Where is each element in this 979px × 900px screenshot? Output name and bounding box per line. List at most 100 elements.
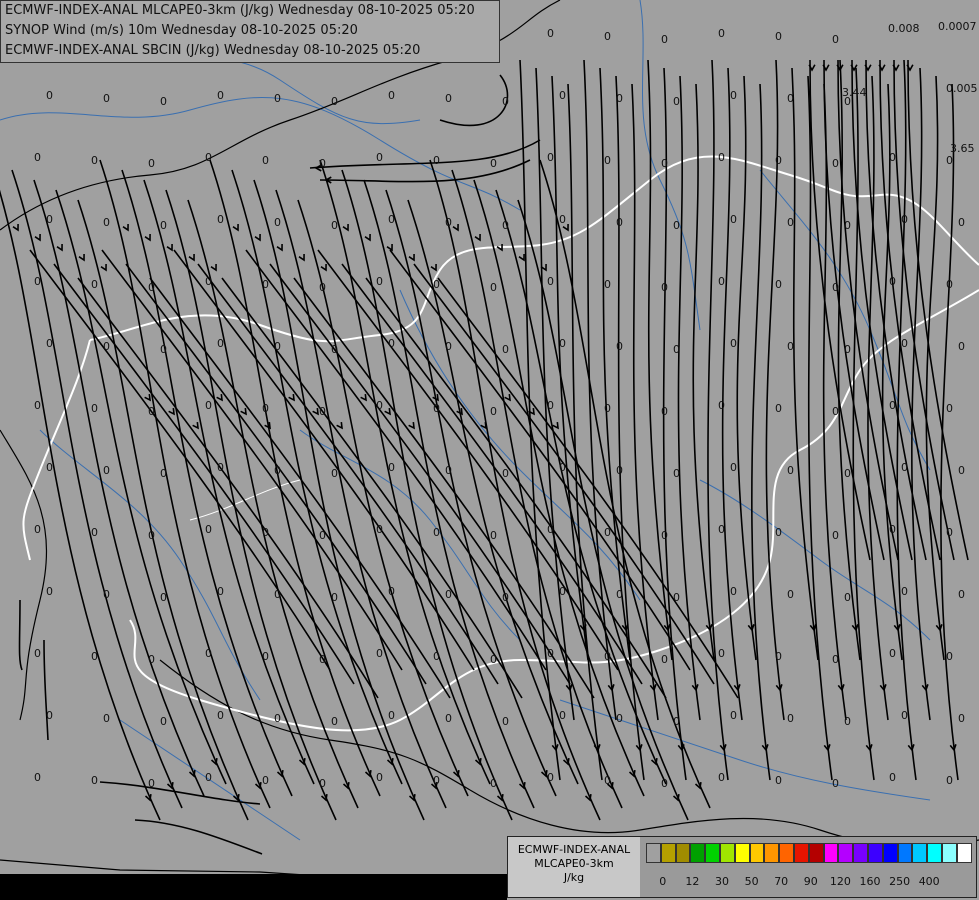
value-label: 0 <box>160 715 167 728</box>
legend-swatch <box>868 843 883 863</box>
value-label: 0 <box>889 523 896 536</box>
value-label: 0 <box>604 650 611 663</box>
value-label: 0 <box>718 771 725 784</box>
value-label: 0 <box>616 340 623 353</box>
value-label: 0.008 <box>888 22 920 35</box>
value-label: 0 <box>46 213 53 226</box>
value-label: 0 <box>787 712 794 725</box>
legend-swatch <box>646 843 661 863</box>
value-label: 0 <box>775 526 782 539</box>
value-label: 3.44 <box>842 86 867 99</box>
value-label: 0 <box>604 154 611 167</box>
value-label: 0 <box>274 712 281 725</box>
value-label: 0 <box>160 591 167 604</box>
value-label: 0 <box>274 464 281 477</box>
value-label: 0 <box>34 647 41 660</box>
value-label: 0 <box>331 219 338 232</box>
value-label: 0 <box>730 337 737 350</box>
value-label: 0 <box>160 219 167 232</box>
value-label: 0 <box>718 27 725 40</box>
value-label: 0 <box>490 653 497 666</box>
value-label: 0 <box>889 647 896 660</box>
legend-tick-label: 400 <box>918 875 940 888</box>
value-label: 0 <box>262 650 269 663</box>
value-label: 0 <box>673 95 680 108</box>
value-label: 0 <box>718 647 725 660</box>
value-label: 0 <box>958 588 965 601</box>
value-label: 0 <box>604 526 611 539</box>
value-label: 0 <box>844 219 851 232</box>
title-line-cin: ECMWF-INDEX-ANAL SBCIN (J/kg) Wednesday … <box>5 43 421 58</box>
value-label: 0 <box>547 275 554 288</box>
legend-swatch <box>675 843 691 863</box>
value-label: 0 <box>946 278 953 291</box>
legend-tick-label: 30 <box>715 875 729 888</box>
value-label: 0 <box>445 464 452 477</box>
value-label: 0 <box>148 405 155 418</box>
value-label: 0 <box>46 585 53 598</box>
value-label: 0 <box>559 89 566 102</box>
value-label: 0 <box>217 709 224 722</box>
value-label: 0 <box>274 340 281 353</box>
value-label: 0 <box>946 650 953 663</box>
value-label: 0 <box>376 151 383 164</box>
value-label: 0 <box>547 771 554 784</box>
value-label: 0 <box>547 647 554 660</box>
value-label: 0 <box>559 213 566 226</box>
value-label: 0 <box>832 777 839 790</box>
value-label: 0 <box>661 653 668 666</box>
value-label: 0 <box>217 585 224 598</box>
value-label: 0 <box>889 275 896 288</box>
value-label: 0 <box>490 157 497 170</box>
value-label: 0 <box>274 588 281 601</box>
value-label: 0 <box>445 712 452 725</box>
value-label: 0 <box>433 526 440 539</box>
value-label: 0 <box>34 399 41 412</box>
value-label: 0 <box>616 712 623 725</box>
value-label: 0 <box>616 588 623 601</box>
value-label: 0 <box>274 92 281 105</box>
value-label: 0 <box>832 405 839 418</box>
value-label: 0 <box>502 343 509 356</box>
value-label: 0 <box>604 402 611 415</box>
value-label: 0 <box>388 89 395 102</box>
legend-swatch <box>956 843 972 863</box>
value-label: 0 <box>616 464 623 477</box>
value-label: 0 <box>673 591 680 604</box>
value-label: 0 <box>661 777 668 790</box>
value-label: 0 <box>103 92 110 105</box>
value-label: 0 <box>205 771 212 784</box>
value-label: 0 <box>319 529 326 542</box>
value-label: 0 <box>673 219 680 232</box>
value-label: 0 <box>46 89 53 102</box>
value-label: 0 <box>34 523 41 536</box>
value-label: 0 <box>148 653 155 666</box>
legend-swatch <box>882 843 898 863</box>
title-line-wind: SYNOP Wind (m/s) 10m Wednesday 08-10-202… <box>5 23 358 38</box>
value-label: 0 <box>91 154 98 167</box>
value-label: 0 <box>730 461 737 474</box>
value-label: 0 <box>718 399 725 412</box>
value-label: 0 <box>445 588 452 601</box>
legend-swatch <box>779 843 794 863</box>
value-label: 0 <box>787 464 794 477</box>
value-label: 0 <box>331 715 338 728</box>
value-label: 0 <box>604 278 611 291</box>
value-label: 0 <box>547 151 554 164</box>
value-label: 0 <box>559 709 566 722</box>
value-label: 0 <box>730 213 737 226</box>
value-label: 0 <box>217 213 224 226</box>
value-label: 0 <box>46 337 53 350</box>
value-label: 0 <box>730 585 737 598</box>
legend-tick-label: 120 <box>829 875 851 888</box>
value-label: 0 <box>547 27 554 40</box>
value-label: 0 <box>844 715 851 728</box>
legend-unit: J/kg <box>563 871 585 884</box>
value-label: 0 <box>388 461 395 474</box>
value-label: 0 <box>376 647 383 660</box>
legend-swatch <box>808 843 824 863</box>
value-label: 0 <box>673 467 680 480</box>
value-label: 0 <box>205 399 212 412</box>
value-label: 0 <box>388 585 395 598</box>
value-label: 0 <box>160 95 167 108</box>
